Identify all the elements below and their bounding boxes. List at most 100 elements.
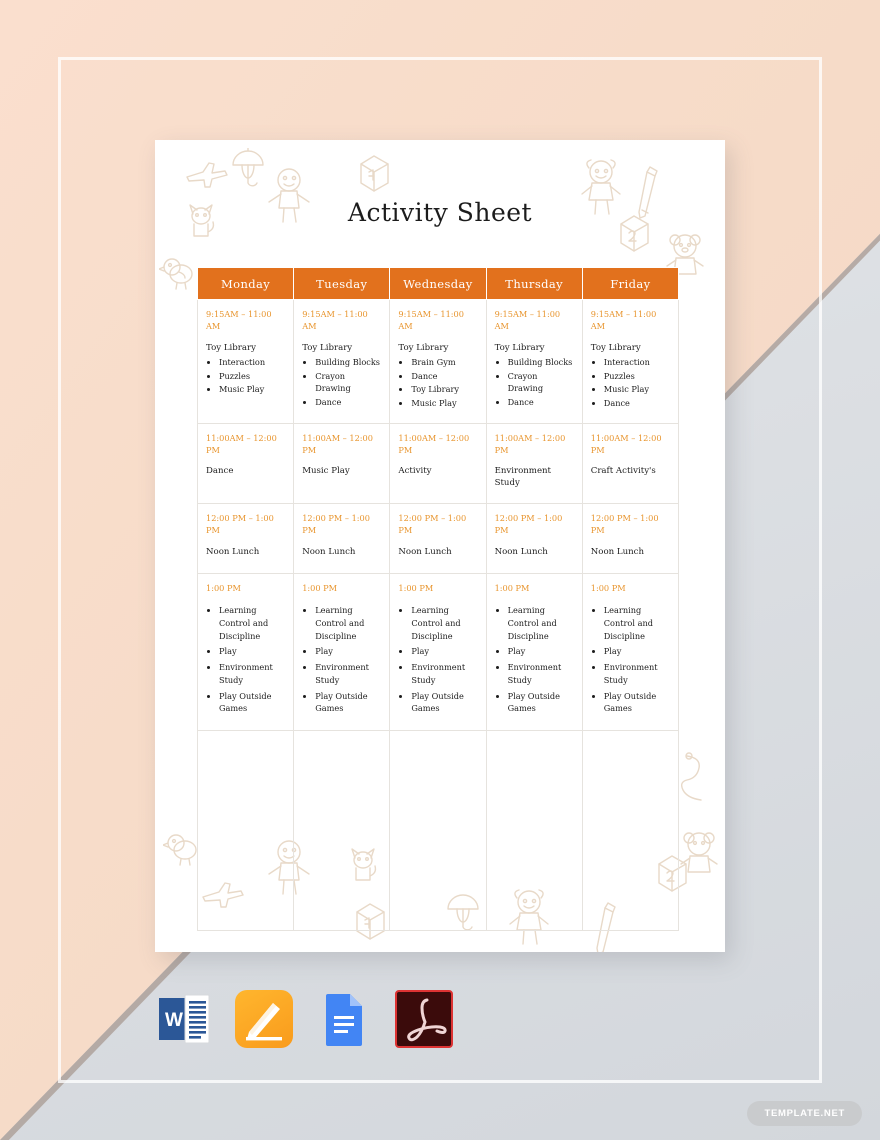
schedule-cell-empty — [485, 730, 583, 931]
schedule-cell: 9:15AM – 11:00 AM Toy Library Building Blo… — [293, 299, 391, 424]
schedule-cell-empty — [389, 730, 487, 931]
microsoft-word-icon[interactable]: W — [155, 990, 213, 1048]
activity-heading: Toy Library — [398, 342, 449, 353]
activity-item: Play — [508, 645, 574, 658]
column-header-tuesday: Tuesday — [293, 267, 391, 300]
activity-item: Learning Control and Discipline — [508, 604, 574, 642]
activity-heading: Noon Lunch — [590, 547, 645, 558]
time-label: 9:15AM – 11:00 AM — [590, 309, 657, 331]
table-header-row: Monday Tuesday Wednesday Thursday Friday — [196, 267, 680, 300]
column-header-monday: Monday — [196, 267, 295, 300]
schedule-cell: 12:00 PM – 1:00 PM Noon Lunch — [389, 503, 487, 575]
activity-heading: Noon Lunch — [302, 547, 356, 558]
time-label: 11:00AM – 12:00 PM — [494, 432, 566, 455]
activity-list: Learning Control and Discipline Play Envir… — [219, 604, 285, 715]
activity-item: Crayon Drawing — [508, 370, 574, 395]
table-row: 1:00 PM Learning Control and Discipline Pl… — [196, 573, 680, 731]
activity-item: Dance — [411, 370, 477, 383]
activity-list: InteractionPuzzlesMusic PlayDance — [604, 356, 670, 410]
activity-list: Learning Control and Discipline Play Envir… — [508, 604, 574, 715]
time-label: 12:00 PM – 1:00 PM — [302, 513, 370, 536]
time-label: 1:00 PM — [206, 583, 241, 594]
activity-item: Dance — [508, 396, 574, 409]
table-body: 9:15AM – 11:00 AMToy LibraryInteractionP… — [196, 299, 680, 931]
time-label: 12:00 PM – 1:00 PM — [206, 513, 274, 536]
activity-item: Interaction — [604, 356, 670, 369]
table-row: 12:00 PM – 1:00 PM Noon Lunch 12:00 PM – 1… — [196, 503, 680, 575]
time-label: 9:15AM – 11:00 AM — [206, 309, 272, 331]
schedule-cell: 11:00AM – 12:00 PM Environment Study — [485, 423, 583, 505]
activity-item: Play — [411, 645, 477, 658]
google-docs-icon[interactable] — [315, 990, 373, 1048]
time-label: 9:15AM – 11:00 AM — [302, 309, 368, 331]
table-row: 9:15AM – 11:00 AMToy LibraryInteractionP… — [196, 299, 680, 424]
activity-heading: Music Play — [302, 466, 350, 477]
schedule-cell-empty — [196, 730, 295, 931]
activity-heading: Noon Lunch — [398, 547, 452, 558]
time-label: 11:00AM – 12:00 PM — [398, 432, 470, 455]
activity-item: Building Blocks — [508, 356, 574, 369]
activity-item: Play — [219, 645, 285, 658]
activity-item: Learning Control and Discipline — [219, 604, 285, 642]
activity-item: Music Play — [604, 383, 670, 396]
bird-doodle-bottom — [163, 834, 197, 866]
column-header-thursday: Thursday — [485, 267, 583, 300]
activity-item: Learning Control and Discipline — [604, 604, 670, 642]
schedule-cell-empty — [581, 730, 680, 931]
activity-heading: Toy Library — [302, 342, 353, 353]
bird-doodle — [159, 258, 193, 290]
activity-item: Play — [604, 645, 670, 658]
schedule-cell: 1:00 PM Learning Control and Discipline Pl… — [485, 573, 583, 731]
activity-item: Puzzles — [219, 370, 285, 383]
teddy-doodle-bottom — [680, 832, 718, 873]
activity-list: Building BlocksCrayon DrawingDance — [508, 356, 574, 409]
activity-heading: Activity — [398, 466, 432, 477]
schedule-cell: 12:00 PM – 1:00 PM Noon Lunch — [196, 503, 295, 575]
activity-item: Dance — [604, 397, 670, 410]
schedule-cell: 1:00 PM Learning Control and Discipline Pl… — [389, 573, 487, 731]
table-row: 11:00AM – 12:00 PM Dance 11:00AM – 12:00 P… — [196, 423, 680, 505]
time-label: 9:15AM – 11:00 AM — [494, 309, 561, 331]
schedule-cell: 11:00AM – 12:00 PM Music Play — [293, 423, 391, 505]
activity-item: Play Outside Games — [411, 690, 477, 715]
activity-list: Learning Control and Discipline Play Envir… — [604, 604, 670, 715]
schedule-cell: 1:00 PM Learning Control and Discipline Pl… — [196, 573, 295, 731]
page-title: Activity Sheet — [347, 198, 533, 227]
umbrella-doodle — [232, 148, 264, 187]
time-label: 1:00 PM — [302, 583, 338, 594]
activity-heading: Noon Lunch — [206, 547, 260, 558]
activity-item: Brain Gym — [411, 356, 477, 369]
activity-list: Building BlocksCrayon DrawingDance — [315, 356, 381, 409]
activity-item: Environment Study — [219, 661, 285, 686]
time-label: 12:00 PM – 1:00 PM — [398, 513, 467, 536]
activity-item: Play Outside Games — [219, 690, 285, 715]
apple-pages-icon[interactable] — [235, 990, 293, 1048]
activity-heading: Toy Library — [206, 342, 256, 353]
activity-heading: Noon Lunch — [494, 547, 548, 558]
time-label: 12:00 PM – 1:00 PM — [590, 513, 659, 536]
document-page: Activity Sheet Monday Tuesday Wednesday … — [155, 140, 725, 952]
airplane-doodle — [186, 162, 228, 188]
time-label: 11:00AM – 12:00 PM — [590, 432, 662, 455]
time-label: 9:15AM – 11:00 AM — [398, 309, 464, 331]
schedule-cell: 1:00 PM Learning Control and Discipline Pl… — [581, 573, 680, 731]
schedule-cell-empty — [293, 730, 391, 931]
activity-item: Play Outside Games — [315, 690, 381, 715]
time-label: 12:00 PM – 1:00 PM — [494, 513, 563, 536]
activity-item: Learning Control and Discipline — [411, 604, 477, 642]
activity-item: Interaction — [219, 356, 285, 369]
activity-item: Play — [315, 645, 381, 658]
schedule-cell: 12:00 PM – 1:00 PM Noon Lunch — [485, 503, 583, 575]
activity-item: Environment Study — [604, 661, 670, 686]
block-doodle-5 — [360, 155, 389, 192]
activity-heading: Toy Library — [590, 342, 641, 353]
table-filler-row — [196, 730, 680, 931]
schedule-cell: 11:00AM – 12:00 PM Craft Activity's — [581, 423, 680, 505]
time-label: 11:00AM – 12:00 PM — [206, 432, 277, 455]
column-header-wednesday: Wednesday — [389, 267, 487, 300]
adobe-pdf-icon[interactable] — [395, 990, 453, 1048]
activity-item: Puzzles — [604, 370, 670, 383]
activity-item: Dance — [315, 396, 381, 409]
activity-schedule-table: Monday Tuesday Wednesday Thursday Friday… — [196, 267, 680, 931]
file-format-icons: W — [155, 990, 453, 1048]
